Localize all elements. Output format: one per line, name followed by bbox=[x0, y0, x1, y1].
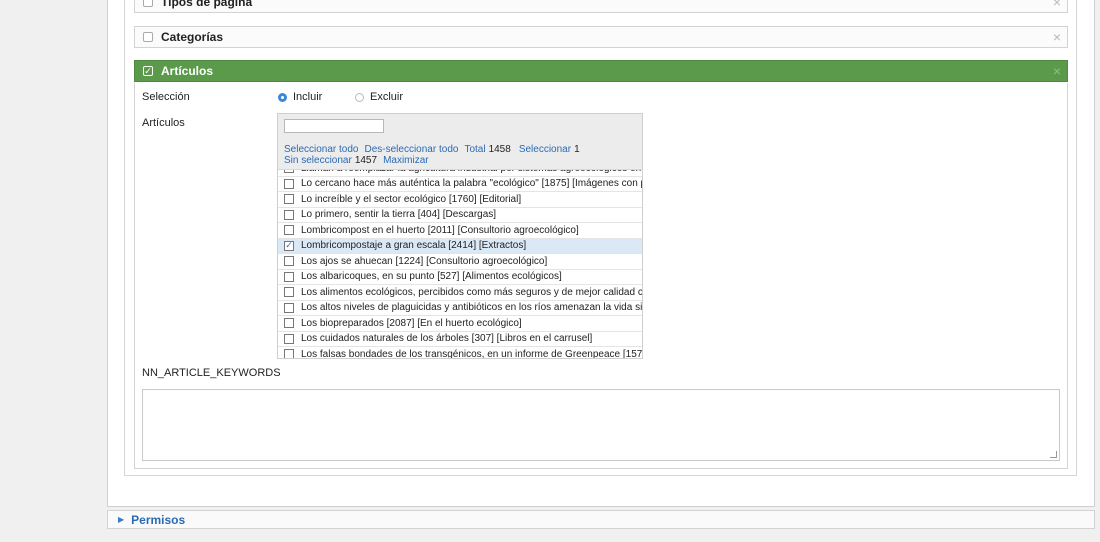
list-item-label: Lo cercano hace más auténtica la palabra… bbox=[301, 178, 643, 190]
checkbox-icon[interactable] bbox=[284, 287, 294, 298]
expand-arrow-icon[interactable]: ▶ bbox=[118, 515, 124, 524]
list-item-label: Los biopreparados [2087] [En el huerto e… bbox=[301, 317, 522, 329]
tipos-checkbox[interactable] bbox=[143, 0, 153, 7]
checkbox-icon[interactable] bbox=[284, 256, 294, 267]
unselected-link[interactable]: Sin seleccionar bbox=[284, 155, 352, 166]
checkbox-icon[interactable] bbox=[284, 349, 294, 358]
selected-link[interactable]: Seleccionar bbox=[519, 144, 571, 155]
seleccion-label: Selección bbox=[142, 91, 190, 103]
list-item-label: Lombricompostaje a gran escala [2414] [E… bbox=[301, 240, 527, 252]
list-item[interactable]: Lo cercano hace más auténtica la palabra… bbox=[278, 177, 643, 192]
picker-toolbar: Seleccionar todo Des-seleccionar todo Tota… bbox=[284, 144, 640, 166]
articulos-checkbox[interactable]: ✓ bbox=[143, 66, 153, 76]
excluir-radio[interactable]: Excluir bbox=[355, 91, 403, 103]
articulos-title: Artículos bbox=[161, 64, 214, 78]
list-item-label: Los ajos se ahuecan [1224] [Consultorio … bbox=[301, 255, 548, 267]
list-item-label: Lo primero, sentir la tierra [404] [Desc… bbox=[301, 209, 497, 221]
checkbox-icon[interactable] bbox=[284, 271, 294, 282]
tipos-close-icon[interactable]: × bbox=[1047, 0, 1067, 10]
picker-list[interactable]: Llaman a reemplazar la agricultura indus… bbox=[278, 169, 643, 359]
list-item-label: Llaman a reemplazar la agricultura indus… bbox=[301, 170, 641, 174]
excluir-label: Excluir bbox=[370, 91, 404, 103]
categorias-checkbox[interactable] bbox=[143, 32, 153, 42]
total-count: 1458 bbox=[488, 144, 511, 155]
selected-count: 1 bbox=[574, 144, 580, 155]
total-link[interactable]: Total bbox=[464, 144, 485, 155]
list-item-label: Los altos niveles de plaguicidas y antib… bbox=[301, 302, 643, 314]
list-item-label: Los cuidados naturales de los árboles [3… bbox=[301, 333, 593, 345]
checkbox-icon[interactable] bbox=[284, 178, 294, 189]
list-item[interactable]: Lo increíble y el sector ecológico [1760… bbox=[278, 192, 642, 208]
tipos-title: Tipos de página bbox=[161, 0, 253, 9]
list-item[interactable]: Lombricompost en el huerto [2011] [Consu… bbox=[278, 223, 642, 239]
categorias-title: Categorías bbox=[161, 30, 224, 44]
list-item[interactable]: Los altos niveles de plaguicidas y antib… bbox=[278, 301, 643, 316]
checkbox-icon[interactable] bbox=[284, 225, 294, 236]
list-item[interactable]: Lo primero, sentir la tierra [404] [Desc… bbox=[278, 208, 642, 223]
section-articulos[interactable]: ✓ Artículos × bbox=[134, 60, 1068, 82]
categorias-close-icon[interactable]: × bbox=[1047, 29, 1067, 45]
list-item-label: Lo increíble y el sector ecológico [1760… bbox=[301, 193, 522, 205]
list-item[interactable]: Los cuidados naturales de los árboles [3… bbox=[278, 332, 642, 347]
picker-search-input[interactable] bbox=[284, 119, 384, 133]
radio-on-icon[interactable] bbox=[278, 92, 287, 102]
unselected-count: 1457 bbox=[354, 155, 378, 166]
checked-checkbox-icon[interactable]: ✓ bbox=[284, 240, 294, 251]
checkbox-icon[interactable] bbox=[284, 209, 294, 220]
select-all-link[interactable]: Seleccionar todo bbox=[284, 144, 359, 155]
checkbox-icon[interactable] bbox=[284, 302, 294, 313]
list-item[interactable]: Llaman a reemplazar la agricultura indus… bbox=[278, 170, 642, 177]
section-tipos-de-pagina[interactable]: Tipos de página × bbox=[134, 0, 1068, 13]
list-item-label: Lombricompost en el huerto [2011] [Consu… bbox=[301, 224, 579, 236]
resize-grip-icon[interactable] bbox=[1050, 451, 1057, 458]
list-item[interactable]: Los albaricoques, en su punto [527] [Ali… bbox=[278, 270, 642, 285]
keywords-label: NN_ARTICLE_KEYWORDS bbox=[142, 367, 281, 379]
list-item[interactable]: Los falsas bondades de los transgénicos,… bbox=[278, 347, 643, 359]
articulos-close-icon[interactable]: × bbox=[1047, 63, 1067, 79]
list-item[interactable]: Los ajos se ahuecan [1224] [Consultorio … bbox=[278, 254, 642, 270]
radio-off-icon[interactable] bbox=[355, 92, 364, 102]
maximize-link[interactable]: Maximizar bbox=[383, 155, 429, 166]
keywords-textarea[interactable] bbox=[142, 389, 1060, 461]
list-item[interactable]: Los biopreparados [2087] [En el huerto e… bbox=[278, 316, 642, 332]
list-item-label: Los alimentos ecológicos, percibidos com… bbox=[301, 286, 643, 298]
incluir-radio[interactable]: Incluir bbox=[278, 91, 322, 103]
list-item-label: Los albaricoques, en su punto [527] [Ali… bbox=[301, 271, 562, 283]
section-categorias[interactable]: Categorías × bbox=[134, 26, 1068, 48]
checkbox-icon[interactable] bbox=[284, 333, 294, 344]
checkbox-icon[interactable] bbox=[284, 318, 294, 329]
incluir-label: Incluir bbox=[293, 91, 323, 103]
checkbox-icon[interactable] bbox=[284, 194, 294, 205]
checkbox-icon[interactable] bbox=[284, 170, 294, 174]
list-item[interactable]: ✓ Lombricompostaje a gran escala [2414] [… bbox=[278, 238, 642, 254]
list-item-label: Los falsas bondades de los transgénicos,… bbox=[301, 348, 643, 359]
deselect-all-link[interactable]: Des-seleccionar todo bbox=[365, 144, 459, 155]
articulos-field-label: Artículos bbox=[142, 117, 185, 129]
permisos-title[interactable]: Permisos bbox=[131, 513, 185, 527]
articles-picker: Seleccionar todo Des-seleccionar todo Tota… bbox=[277, 113, 643, 359]
list-item[interactable]: Los alimentos ecológicos, percibidos com… bbox=[278, 285, 643, 301]
permisos-section[interactable]: ▶ Permisos bbox=[107, 510, 1095, 529]
